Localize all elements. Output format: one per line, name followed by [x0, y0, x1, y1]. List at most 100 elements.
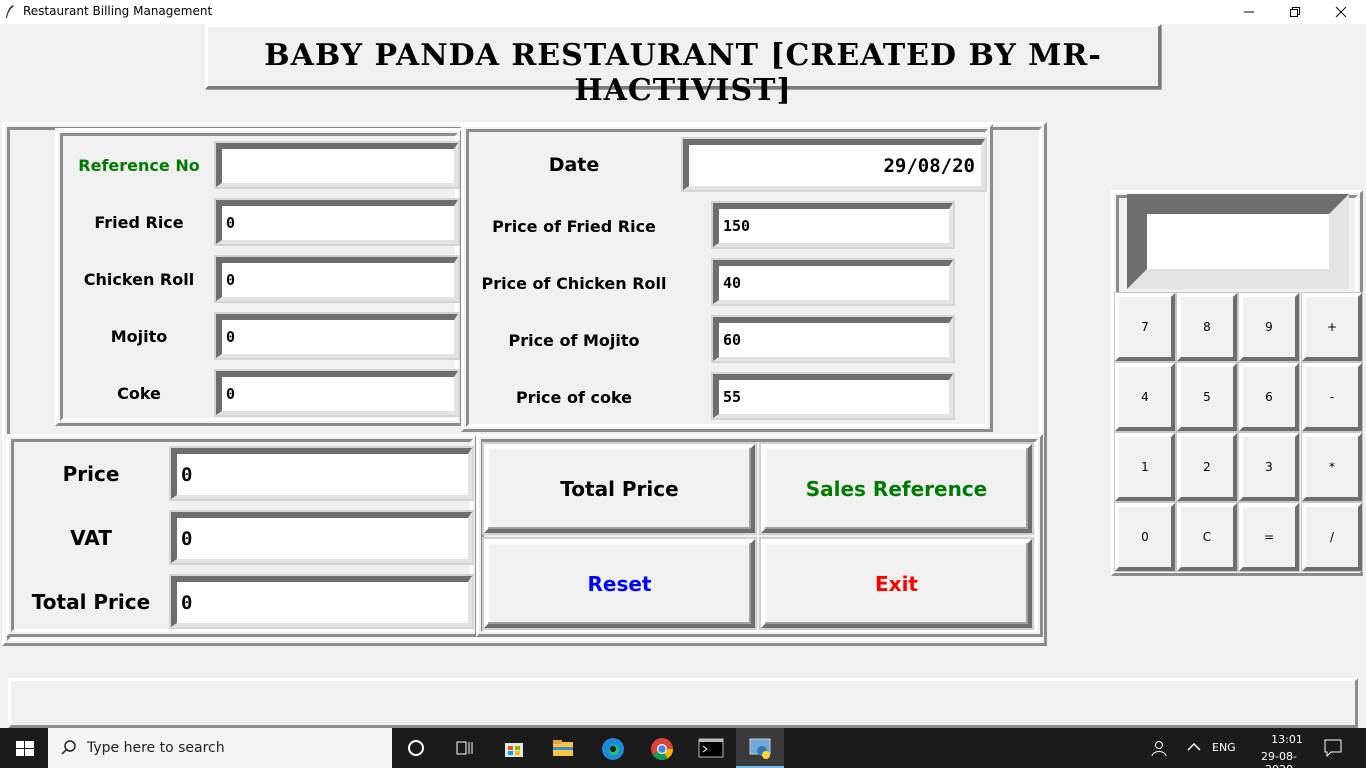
calc-button-3[interactable]: 3 — [1239, 433, 1299, 501]
terminal-icon — [698, 738, 724, 758]
total-price-input[interactable]: 0 — [169, 574, 474, 629]
fried-rice-qty-input[interactable]: 0 — [214, 198, 460, 246]
cortana-button[interactable] — [392, 728, 440, 768]
calc-button-1[interactable]: 1 — [1115, 433, 1175, 501]
calc-button-6[interactable]: 6 — [1239, 363, 1299, 431]
language-indicator[interactable]: ENG — [1212, 741, 1236, 754]
date-value: 29/08/20 — [883, 154, 975, 177]
calc-button-label: 7 — [1141, 320, 1149, 334]
coke-qty-value: 0 — [226, 385, 236, 403]
calc-button-label: / — [1329, 530, 1335, 544]
price-label: Price — [62, 462, 120, 486]
price-fried-rice-value: 150 — [723, 217, 751, 235]
minimize-icon — [1244, 11, 1254, 13]
reference-input[interactable] — [214, 141, 460, 189]
calc-button-multiply[interactable]: * — [1302, 433, 1362, 501]
coke-qty-input[interactable]: 0 — [214, 369, 460, 417]
title-bar: Restaurant Billing Management — [0, 0, 1366, 24]
restore-icon — [1290, 7, 1300, 17]
task-view-icon — [456, 741, 473, 755]
calc-button-label: + — [1326, 320, 1338, 334]
status-bar — [8, 678, 1358, 728]
total-price-value: 0 — [181, 591, 193, 614]
terminal-app[interactable] — [686, 728, 734, 768]
date-label: Date — [548, 154, 600, 176]
restore-button[interactable] — [1272, 0, 1318, 24]
fried-rice-qty-value: 0 — [226, 214, 236, 232]
total-price-button[interactable]: Total Price — [484, 444, 755, 533]
python-tk-icon — [749, 738, 771, 759]
reset-button-label: Reset — [587, 571, 652, 596]
calc-button-label: 9 — [1265, 320, 1273, 334]
clock-date[interactable]: 29-08-2020 — [1248, 750, 1310, 768]
minimize-button[interactable] — [1226, 0, 1272, 24]
chicken-roll-qty-input[interactable]: 0 — [214, 255, 460, 303]
calc-button-0[interactable]: 0 — [1115, 503, 1175, 571]
exit-button[interactable]: Exit — [761, 539, 1032, 628]
vat-value: 0 — [181, 527, 193, 550]
calc-button-plus[interactable]: + — [1302, 293, 1362, 361]
vat-input[interactable]: 0 — [169, 510, 474, 565]
price-chicken-roll-input[interactable]: 40 — [711, 258, 955, 306]
chrome-app[interactable] — [637, 728, 685, 768]
python-app-active[interactable] — [736, 728, 784, 768]
mojito-qty-input[interactable]: 0 — [214, 312, 460, 360]
store-app[interactable] — [490, 728, 538, 768]
calc-button-clear[interactable]: C — [1177, 503, 1237, 571]
price-mojito-input[interactable]: 60 — [711, 315, 955, 363]
calc-button-9[interactable]: 9 — [1239, 293, 1299, 361]
exit-button-label: Exit — [875, 571, 918, 596]
fried-rice-label: Fried Rice — [94, 213, 184, 232]
calc-button-label: 0 — [1141, 530, 1149, 544]
taskbar-search[interactable]: Type here to search — [48, 728, 392, 768]
store-icon — [505, 743, 523, 757]
file-explorer-app[interactable] — [539, 728, 587, 768]
sales-reference-button-label: Sales Reference — [805, 476, 988, 501]
price-fried-rice-label: Price of Fried Rice — [492, 217, 656, 236]
window-title: Restaurant Billing Management — [23, 4, 213, 18]
heading-text: BABY PANDA RESTAURANT [CREATED BY MR-HAC… — [264, 38, 1102, 108]
calc-button-label: 6 — [1265, 390, 1273, 404]
windows-icon — [16, 741, 34, 756]
feather-icon — [6, 5, 14, 18]
chicken-roll-qty-value: 0 — [226, 271, 236, 289]
mojito-label: Mojito — [110, 327, 168, 346]
total-price-label: Total Price — [31, 590, 151, 614]
start-button[interactable] — [0, 728, 48, 768]
calc-button-label: = — [1263, 530, 1275, 544]
calc-button-5[interactable]: 5 — [1177, 363, 1237, 431]
search-placeholder: Type here to search — [87, 740, 225, 756]
reset-button[interactable]: Reset — [484, 539, 755, 628]
price-total-value: 0 — [181, 463, 193, 486]
date-input[interactable]: 29/08/20 — [681, 137, 987, 192]
chevron-up-icon[interactable] — [1187, 742, 1201, 752]
calc-button-label: - — [1329, 390, 1335, 404]
sales-reference-button[interactable]: Sales Reference — [761, 444, 1032, 533]
calc-button-2[interactable]: 2 — [1177, 433, 1237, 501]
close-button[interactable] — [1318, 0, 1364, 24]
edge-app[interactable] — [588, 728, 636, 768]
calc-button-label: 8 — [1203, 320, 1211, 334]
people-icon[interactable] — [1150, 739, 1168, 757]
clock-time[interactable]: 13:01 — [1265, 733, 1309, 746]
price-total-input[interactable]: 0 — [169, 446, 474, 501]
calc-button-divide[interactable]: / — [1302, 503, 1362, 571]
calc-button-7[interactable]: 7 — [1115, 293, 1175, 361]
calc-button-equals[interactable]: = — [1239, 503, 1299, 571]
vat-label: VAT — [70, 526, 112, 550]
task-view-button[interactable] — [440, 728, 488, 768]
mojito-qty-value: 0 — [226, 328, 236, 346]
price-fried-rice-input[interactable]: 150 — [711, 201, 955, 249]
price-coke-label: Price of coke — [515, 388, 633, 407]
calc-button-8[interactable]: 8 — [1177, 293, 1237, 361]
calc-button-4[interactable]: 4 — [1115, 363, 1175, 431]
calc-button-minus[interactable]: - — [1302, 363, 1362, 431]
calculator-display[interactable] — [1127, 194, 1349, 289]
edge-icon — [602, 738, 624, 760]
chrome-icon — [651, 738, 673, 760]
calc-button-label: 2 — [1203, 460, 1211, 474]
reference-label: Reference No — [78, 156, 200, 175]
coke-label: Coke — [117, 384, 161, 403]
notification-icon[interactable] — [1324, 739, 1342, 757]
price-coke-input[interactable]: 55 — [711, 372, 955, 420]
